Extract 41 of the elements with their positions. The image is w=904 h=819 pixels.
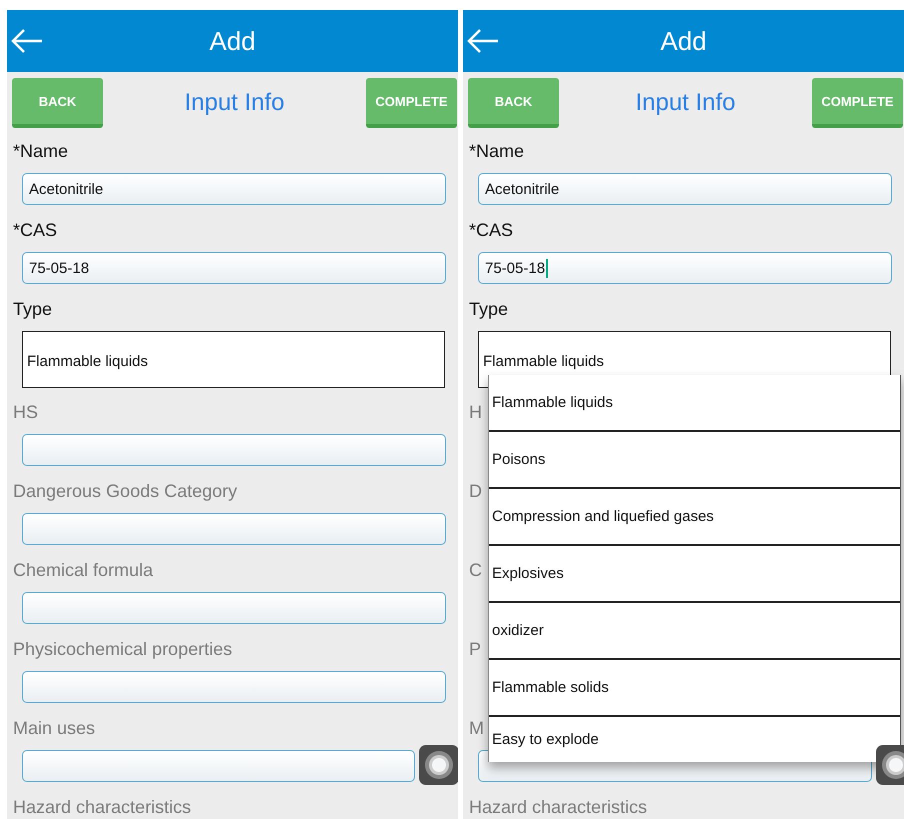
text-field[interactable]: 75-05-18 [478, 252, 892, 284]
text-field[interactable] [22, 592, 446, 624]
field-label: Main uses [13, 717, 96, 740]
floating-touch-icon[interactable] [876, 745, 904, 785]
screen-title: Add [209, 26, 256, 56]
field-label: Hazard characteristics [13, 796, 192, 819]
field-label: Dangerous Goods Category [13, 480, 238, 503]
text-field[interactable] [22, 434, 446, 466]
field-label: P [469, 638, 482, 661]
dropdown-option[interactable]: Compression and liquefied gases [489, 489, 900, 546]
section-heading: Input Info [184, 89, 285, 117]
field-label: Type [13, 298, 52, 321]
text-field[interactable] [22, 750, 415, 782]
field-label: *Name [13, 140, 68, 163]
dropdown-option[interactable]: Explosives [489, 546, 900, 603]
type-select[interactable]: Flammable liquids [22, 331, 445, 388]
screen-title: Add [660, 26, 707, 56]
dropdown-option[interactable]: Poisons [489, 432, 900, 489]
field-label: *CAS [469, 219, 514, 242]
text-field[interactable] [22, 513, 446, 545]
field-label: M [469, 717, 484, 740]
dropdown-option[interactable]: Flammable solids [489, 660, 900, 717]
field-label: Type [469, 298, 508, 321]
field-label: D [469, 480, 482, 503]
section-heading: Input Info [635, 89, 736, 117]
dropdown-option[interactable]: Easy to explode [489, 717, 900, 762]
dropdown-option[interactable]: Flammable liquids [489, 375, 900, 432]
field-label: C [469, 559, 482, 582]
field-label: H [469, 401, 482, 424]
field-label: HS [13, 401, 38, 424]
dropdown-option[interactable]: oxidizer [489, 603, 900, 660]
field-label: *CAS [13, 219, 58, 242]
text-field[interactable]: Acetonitrile [22, 173, 446, 205]
text-field[interactable] [22, 671, 446, 703]
field-label: Hazard characteristics [469, 796, 648, 819]
field-label: *Name [469, 140, 524, 163]
field-label: Chemical formula [13, 559, 154, 582]
floating-touch-icon[interactable] [419, 745, 458, 785]
text-field[interactable]: 75-05-18 [22, 252, 446, 284]
field-label: Physicochemical properties [13, 638, 232, 661]
text-field[interactable]: Acetonitrile [478, 173, 892, 205]
